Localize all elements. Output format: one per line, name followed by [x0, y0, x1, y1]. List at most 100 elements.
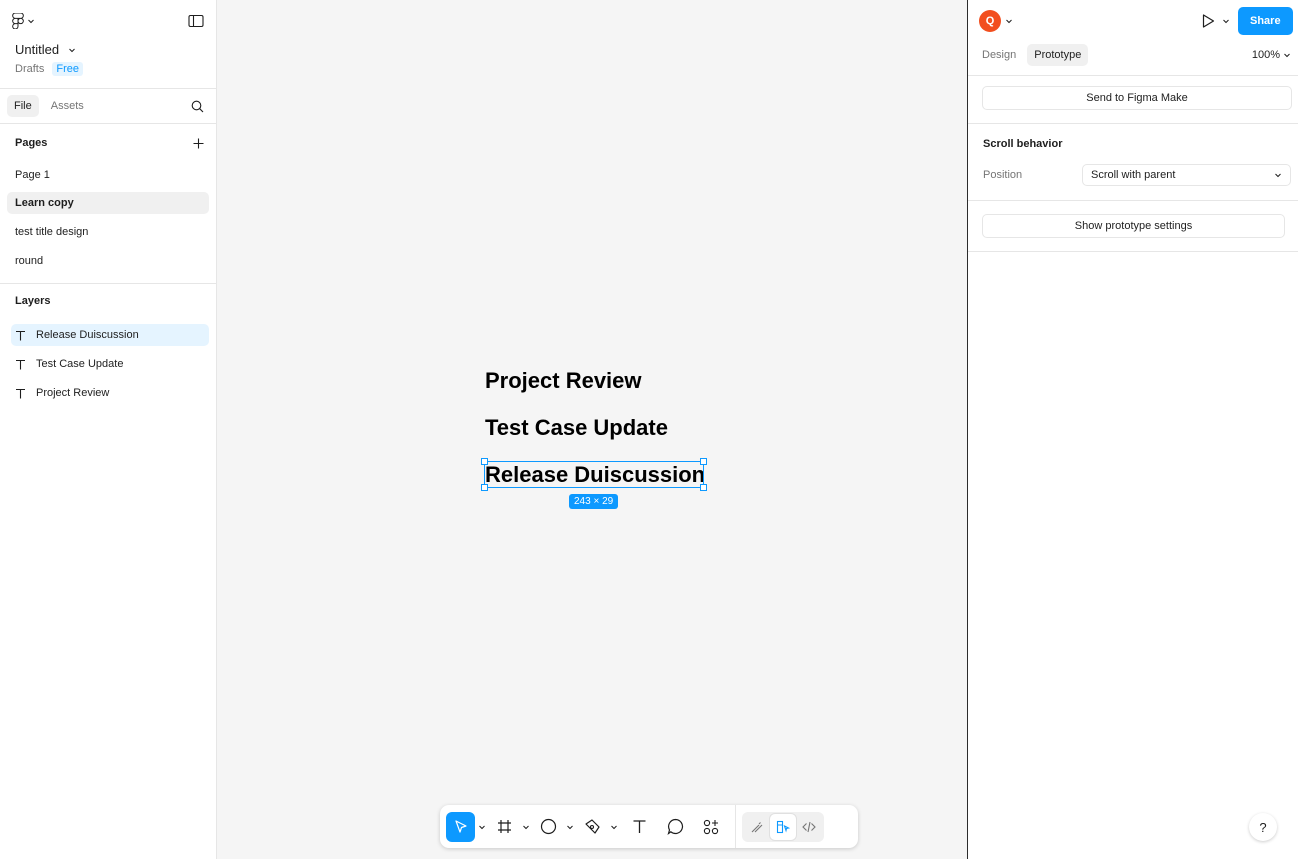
layer-item[interactable]: Project Review: [11, 382, 209, 404]
page-item[interactable]: Page 1: [7, 164, 209, 186]
toggle-sidebar-button[interactable]: [188, 14, 204, 28]
page-item-selected[interactable]: Learn copy: [7, 192, 209, 214]
move-tool-button[interactable]: [446, 811, 475, 842]
divider: [968, 75, 1298, 76]
chevron-down-icon: [479, 825, 485, 829]
divider: [968, 251, 1298, 252]
draw-icon: [751, 821, 763, 832]
position-select-value: Scroll with parent: [1091, 169, 1176, 181]
right-tabs: Design Prototype 100%: [975, 44, 1291, 66]
sidebar-icon: [188, 14, 204, 28]
text-layer-icon: [15, 359, 27, 370]
resize-handle[interactable]: [700, 458, 707, 465]
plan-badge[interactable]: Free: [52, 62, 83, 76]
resize-handle[interactable]: [481, 458, 488, 465]
frame-tool-button[interactable]: [489, 812, 519, 842]
user-menu[interactable]: Q: [979, 10, 1013, 32]
position-select[interactable]: Scroll with parent: [1082, 164, 1291, 186]
ellipse-icon: [540, 818, 556, 835]
frame-tool-menu[interactable]: [519, 812, 533, 842]
pen-icon: [584, 819, 600, 834]
divider: [968, 123, 1298, 124]
page-item[interactable]: round: [7, 250, 209, 272]
comment-tool-button[interactable]: [657, 812, 693, 842]
tab-prototype[interactable]: Prototype: [1027, 44, 1089, 66]
dev-mode-button[interactable]: [796, 814, 822, 840]
zoom-level: 100%: [1251, 49, 1280, 61]
chevron-down-icon: [523, 825, 529, 829]
scroll-behavior-header: Scroll behavior: [983, 138, 1062, 150]
left-sidebar: Untitled Drafts Free File Assets Pages P…: [0, 0, 217, 859]
draw-mode-button[interactable]: [744, 814, 770, 840]
divider: [968, 200, 1298, 201]
file-title-row[interactable]: Untitled: [15, 42, 76, 57]
code-icon: [802, 821, 816, 832]
search-icon: [191, 100, 204, 112]
avatar[interactable]: Q: [979, 10, 1001, 32]
toolbar-separator: [735, 805, 736, 848]
layer-label: Project Review: [36, 387, 110, 399]
shape-tool-button[interactable]: [533, 812, 563, 842]
file-location-row: Drafts Free: [15, 62, 83, 76]
chevron-down-icon: [1284, 53, 1290, 58]
layer-item[interactable]: Test Case Update: [11, 353, 209, 375]
present-menu[interactable]: [1222, 17, 1230, 25]
tab-file[interactable]: File: [7, 95, 39, 117]
resize-handle[interactable]: [481, 484, 488, 491]
divider: [0, 283, 216, 284]
chevron-down-icon: [69, 48, 75, 52]
page-item[interactable]: test title design: [7, 221, 209, 243]
share-button[interactable]: Share: [1238, 7, 1293, 35]
zoom-control[interactable]: 100%: [1252, 49, 1291, 61]
file-title[interactable]: Untitled: [15, 42, 59, 57]
text-layer-icon: [15, 388, 27, 399]
apps-icon: [703, 819, 719, 834]
chevron-down-icon: [611, 825, 617, 829]
design-mode-icon: [776, 820, 790, 833]
pages-heading: Pages: [15, 137, 48, 149]
chevron-down-icon: [28, 19, 34, 24]
canvas[interactable]: Project Review Test Case Update Release …: [217, 0, 967, 859]
pen-tool-button[interactable]: [577, 812, 607, 842]
text-icon: [633, 820, 645, 833]
selection-dimensions-badge: 243 × 29: [569, 494, 619, 509]
present-controls: Share: [1200, 7, 1293, 35]
position-label: Position: [983, 169, 1023, 181]
help-button[interactable]: ?: [1249, 813, 1277, 841]
chevron-down-icon: [567, 825, 573, 829]
pages-header: Pages: [15, 135, 204, 151]
present-button[interactable]: [1200, 13, 1216, 29]
shape-tool-menu[interactable]: [563, 812, 577, 842]
plus-icon: [193, 138, 204, 148]
comment-icon: [666, 818, 683, 835]
pen-tool-menu[interactable]: [607, 812, 621, 842]
right-sidebar: Q Share Design Prototype 100% Send to Fi…: [967, 0, 1298, 859]
main-menu-button[interactable]: [12, 13, 35, 29]
send-to-figma-make-button[interactable]: Send to Figma Make: [982, 86, 1292, 110]
show-prototype-settings-button[interactable]: Show prototype settings: [982, 214, 1285, 238]
tab-assets[interactable]: Assets: [44, 95, 91, 117]
move-tool-menu[interactable]: [475, 812, 489, 842]
tab-design[interactable]: Design: [975, 44, 1023, 66]
search-button[interactable]: [191, 100, 204, 113]
layer-item-selected[interactable]: Release Duiscussion: [11, 324, 209, 346]
chevron-down-icon: [1006, 19, 1012, 24]
canvas-text-test-case-update[interactable]: Test Case Update: [485, 415, 668, 441]
add-page-button[interactable]: [193, 138, 204, 149]
play-icon: [1202, 14, 1215, 28]
design-mode-button[interactable]: [770, 813, 796, 840]
file-location[interactable]: Drafts: [15, 63, 44, 75]
bottom-toolbar: [440, 805, 858, 848]
layers-header: Layers: [15, 295, 50, 307]
actions-tool-button[interactable]: [693, 812, 729, 842]
canvas-text-project-review[interactable]: Project Review: [485, 368, 642, 394]
selection-box[interactable]: [484, 461, 704, 488]
frame-icon: [497, 820, 511, 833]
text-tool-button[interactable]: [621, 812, 657, 842]
layer-label: Release Duiscussion: [36, 329, 139, 341]
layers-heading: Layers: [15, 295, 51, 307]
text-layer-icon: [15, 330, 27, 341]
chevron-down-icon: [1223, 19, 1229, 24]
resize-handle[interactable]: [700, 484, 707, 491]
left-tabs: File Assets: [0, 88, 216, 124]
